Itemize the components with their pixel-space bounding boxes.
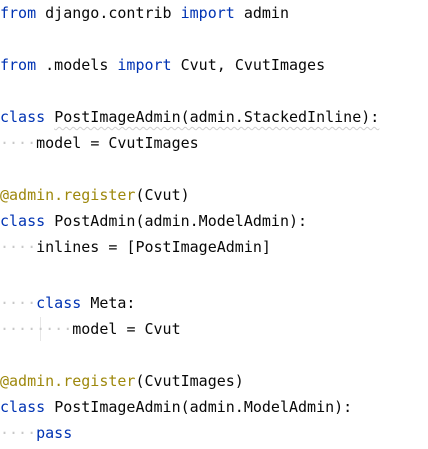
keyword-token: class (0, 108, 46, 126)
decorator-token: @admin.register (0, 186, 136, 204)
whitespace-marker (226, 56, 235, 74)
code-token: .models (45, 56, 109, 74)
whitespace-marker: ···· (0, 134, 37, 152)
whitespace-marker (45, 212, 54, 230)
whitespace-marker (172, 56, 181, 74)
whitespace-marker (235, 4, 244, 22)
code-token: (CvutImages) (135, 372, 244, 390)
code-token: admin (243, 4, 289, 22)
code-line[interactable]: class PostImageAdmin(admin.StackedInline… (0, 104, 379, 130)
keyword-token: import (117, 56, 172, 74)
whitespace-marker (81, 294, 90, 312)
code-editor[interactable]: from django.contrib import admin from .mo… (0, 0, 428, 449)
code-token: Cvut, (180, 56, 226, 74)
whitespace-marker (45, 398, 54, 416)
whitespace-marker (36, 4, 45, 22)
whitespace-marker: ···· (0, 238, 37, 256)
code-token: PostAdmin(admin.ModelAdmin): (54, 212, 308, 230)
keyword-token: import (180, 4, 235, 22)
code-token: CvutImages (234, 56, 326, 74)
keyword-token: class (0, 398, 46, 416)
code-token: PostImageAdmin(admin.StackedInline): (54, 108, 380, 126)
code-line[interactable]: class PostImageAdmin(admin.ModelAdmin): (0, 394, 352, 420)
code-line[interactable]: from django.contrib import admin (0, 0, 289, 26)
whitespace-marker (36, 56, 45, 74)
whitespace-marker (135, 320, 144, 338)
decorator-token: @admin.register (0, 372, 136, 390)
code-token: django.contrib (45, 4, 172, 22)
code-line[interactable]: ········model = Cvut (0, 316, 181, 342)
whitespace-marker: ···· (0, 294, 37, 312)
whitespace-marker (45, 108, 54, 126)
whitespace-marker: ········ (0, 320, 73, 338)
keyword-token: class (36, 294, 82, 312)
code-token: Meta: (90, 294, 136, 312)
code-token: Cvut (144, 320, 181, 338)
code-line[interactable]: class PostAdmin(admin.ModelAdmin): (0, 208, 307, 234)
code-line[interactable]: @admin.register(CvutImages) (0, 368, 244, 394)
code-line[interactable]: ····model = CvutImages (0, 130, 199, 156)
code-line[interactable]: @admin.register(Cvut) (0, 182, 190, 208)
whitespace-marker (172, 4, 181, 22)
code-token: CvutImages (108, 134, 199, 152)
keyword-token: pass (36, 424, 73, 442)
code-line[interactable]: ····class Meta: (0, 290, 135, 316)
keyword-token: class (0, 212, 46, 230)
code-token: model (36, 134, 82, 152)
code-line[interactable]: from .models import Cvut, CvutImages (0, 52, 325, 78)
keyword-token: from (0, 4, 37, 22)
code-line[interactable]: ····inlines = [PostImageAdmin] (0, 234, 271, 260)
code-line[interactable]: ····pass (0, 420, 72, 446)
whitespace-marker: ···· (0, 424, 37, 442)
code-token: PostImageAdmin(admin.ModelAdmin): (54, 398, 353, 416)
code-token: model (72, 320, 118, 338)
whitespace-marker (81, 134, 90, 152)
code-token: = (90, 134, 100, 152)
code-token: inlines (36, 238, 100, 256)
keyword-token: from (0, 56, 37, 74)
code-token: [PostImageAdmin] (126, 238, 271, 256)
code-token: (Cvut) (135, 186, 190, 204)
